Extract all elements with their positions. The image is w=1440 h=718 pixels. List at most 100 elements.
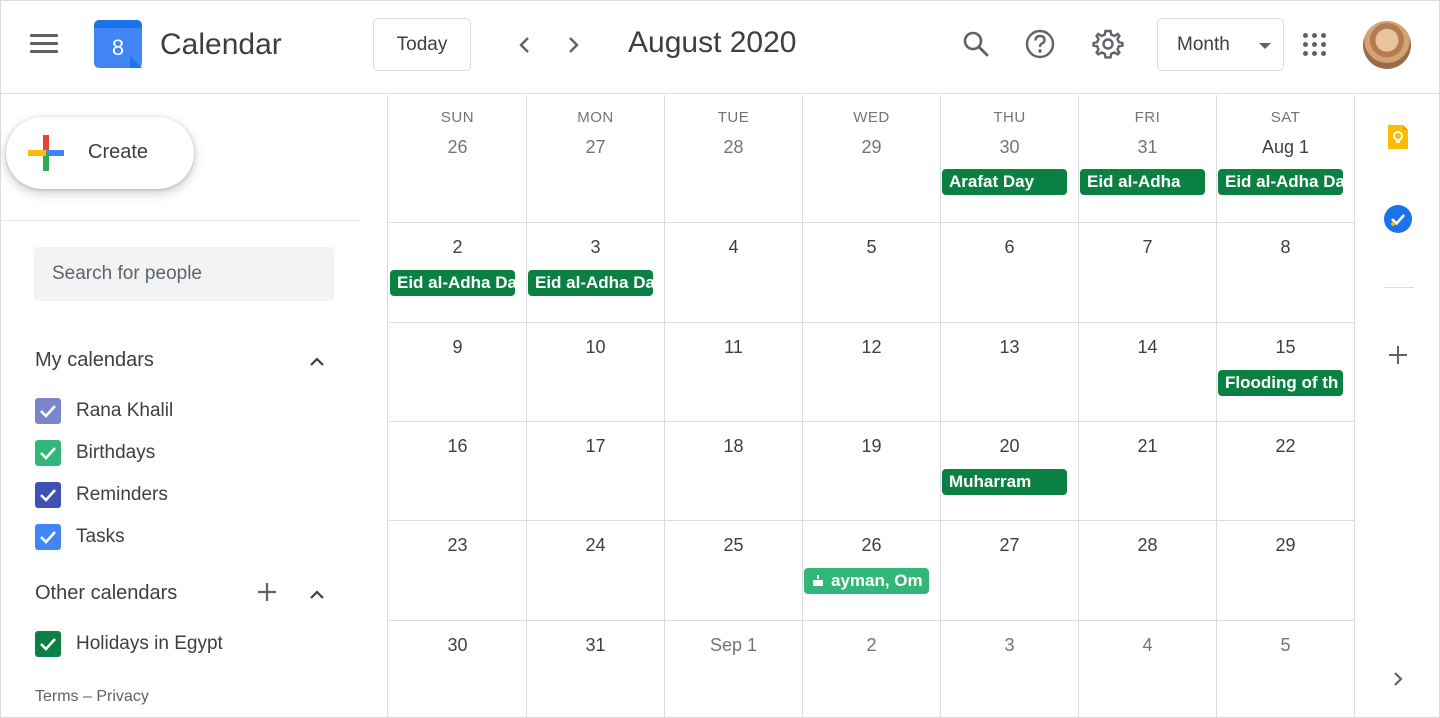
day-cell[interactable]: MON 27 xyxy=(527,95,665,222)
calendar-item[interactable]: Tasks xyxy=(35,522,335,550)
day-number[interactable]: 5 xyxy=(803,237,940,258)
day-number[interactable]: 20 xyxy=(941,436,1078,457)
chevron-right-icon[interactable] xyxy=(556,28,590,62)
checkbox[interactable] xyxy=(35,398,61,424)
day-cell[interactable]: 2 Eid al-Adha Da xyxy=(389,223,527,322)
day-number[interactable]: 2 xyxy=(389,237,526,258)
day-cell[interactable]: 27 xyxy=(941,521,1079,620)
day-cell[interactable]: 11 xyxy=(665,323,803,421)
day-number[interactable]: Sep 1 xyxy=(665,635,802,656)
day-cell[interactable]: 18 xyxy=(665,422,803,520)
day-number[interactable]: 23 xyxy=(389,535,526,556)
day-number[interactable]: 12 xyxy=(803,337,940,358)
holiday-event-chip[interactable]: Eid al-Adha xyxy=(1080,169,1205,195)
day-cell[interactable]: 14 xyxy=(1079,323,1217,421)
day-number[interactable]: 15 xyxy=(1217,337,1354,358)
calendar-item[interactable]: Holidays in Egypt xyxy=(35,629,335,657)
day-cell[interactable]: 16 xyxy=(389,422,527,520)
day-cell[interactable]: 6 xyxy=(941,223,1079,322)
day-cell[interactable]: 10 xyxy=(527,323,665,421)
day-cell[interactable]: TUE 28 xyxy=(665,95,803,222)
day-number[interactable]: 16 xyxy=(389,436,526,457)
day-cell[interactable]: WED 29 xyxy=(803,95,941,222)
day-cell[interactable]: 26 ayman, Om xyxy=(803,521,941,620)
day-number[interactable]: 25 xyxy=(665,535,802,556)
day-number[interactable]: 10 xyxy=(527,337,664,358)
day-cell[interactable]: 5 xyxy=(1217,621,1355,717)
apps-icon[interactable] xyxy=(1302,32,1328,58)
day-number[interactable]: 8 xyxy=(1217,237,1354,258)
day-cell[interactable]: 13 xyxy=(941,323,1079,421)
settings-icon[interactable] xyxy=(1090,26,1126,62)
my-calendars-title[interactable]: My calendars xyxy=(35,349,154,372)
checkbox[interactable] xyxy=(35,524,61,550)
day-cell[interactable]: 3 Eid al-Adha Da xyxy=(527,223,665,322)
day-number[interactable]: 27 xyxy=(527,137,664,158)
day-number[interactable]: 31 xyxy=(1079,137,1216,158)
search-people-input[interactable] xyxy=(34,247,334,301)
day-number[interactable]: 30 xyxy=(389,635,526,656)
add-calendar-icon[interactable] xyxy=(256,581,278,603)
calendar-item[interactable]: Rana Khalil xyxy=(35,396,335,424)
day-number[interactable]: 7 xyxy=(1079,237,1216,258)
search-icon[interactable] xyxy=(958,26,994,62)
checkbox[interactable] xyxy=(35,482,61,508)
day-number[interactable]: 18 xyxy=(665,436,802,457)
privacy-link[interactable]: Privacy xyxy=(96,688,148,705)
day-cell[interactable]: 21 xyxy=(1079,422,1217,520)
day-cell[interactable]: 4 xyxy=(1079,621,1217,717)
day-cell[interactable]: 15 Flooding of th xyxy=(1217,323,1355,421)
day-number[interactable]: 19 xyxy=(803,436,940,457)
day-number[interactable]: 22 xyxy=(1217,436,1354,457)
day-number[interactable]: 28 xyxy=(665,137,802,158)
day-number[interactable]: 9 xyxy=(389,337,526,358)
keep-icon[interactable] xyxy=(1384,123,1412,151)
menu-icon[interactable] xyxy=(30,34,60,58)
day-number[interactable]: 29 xyxy=(803,137,940,158)
day-cell[interactable]: 28 xyxy=(1079,521,1217,620)
day-number[interactable]: 4 xyxy=(1079,635,1216,656)
day-cell[interactable]: 3 xyxy=(941,621,1079,717)
day-cell[interactable]: 29 xyxy=(1217,521,1355,620)
day-number[interactable]: 28 xyxy=(1079,535,1216,556)
day-cell[interactable]: 7 xyxy=(1079,223,1217,322)
day-number[interactable]: 2 xyxy=(803,635,940,656)
day-number[interactable]: 5 xyxy=(1217,635,1354,656)
day-cell[interactable]: 23 xyxy=(389,521,527,620)
day-number[interactable]: 31 xyxy=(527,635,664,656)
calendar-item[interactable]: Reminders xyxy=(35,480,335,508)
terms-link[interactable]: Terms xyxy=(35,688,79,705)
day-cell[interactable]: SAT Aug 1 Eid al-Adha Da xyxy=(1217,95,1355,222)
view-select[interactable]: Month xyxy=(1157,18,1284,71)
holiday-event-chip[interactable]: Eid al-Adha Da xyxy=(1218,169,1343,195)
other-calendars-title[interactable]: Other calendars xyxy=(35,582,177,605)
day-cell[interactable]: 22 xyxy=(1217,422,1355,520)
day-cell[interactable]: 9 xyxy=(389,323,527,421)
day-cell[interactable]: 5 xyxy=(803,223,941,322)
avatar[interactable] xyxy=(1363,21,1411,69)
chevron-right-icon[interactable] xyxy=(1384,665,1412,693)
holiday-event-chip[interactable]: Muharram xyxy=(942,469,1067,495)
checkbox[interactable] xyxy=(35,631,61,657)
day-number[interactable]: 30 xyxy=(941,137,1078,158)
calendar-item[interactable]: Birthdays xyxy=(35,438,335,466)
day-number[interactable]: 11 xyxy=(665,337,802,358)
help-icon[interactable] xyxy=(1022,26,1058,62)
day-cell[interactable]: 2 xyxy=(803,621,941,717)
day-number[interactable]: 24 xyxy=(527,535,664,556)
day-cell[interactable]: 24 xyxy=(527,521,665,620)
day-cell[interactable]: 12 xyxy=(803,323,941,421)
holiday-event-chip[interactable]: Flooding of th xyxy=(1218,370,1343,396)
day-number[interactable]: 26 xyxy=(389,137,526,158)
day-cell[interactable]: FRI 31 Eid al-Adha xyxy=(1079,95,1217,222)
add-addon-icon[interactable] xyxy=(1384,341,1412,369)
day-number[interactable]: Aug 1 xyxy=(1217,137,1354,158)
chevron-up-icon[interactable] xyxy=(307,585,327,605)
day-number[interactable]: 27 xyxy=(941,535,1078,556)
day-number[interactable]: 14 xyxy=(1079,337,1216,358)
day-number[interactable]: 17 xyxy=(527,436,664,457)
day-number[interactable]: 29 xyxy=(1217,535,1354,556)
chevron-left-icon[interactable] xyxy=(508,28,542,62)
holiday-event-chip[interactable]: Eid al-Adha Da xyxy=(390,270,515,296)
day-number[interactable]: 21 xyxy=(1079,436,1216,457)
